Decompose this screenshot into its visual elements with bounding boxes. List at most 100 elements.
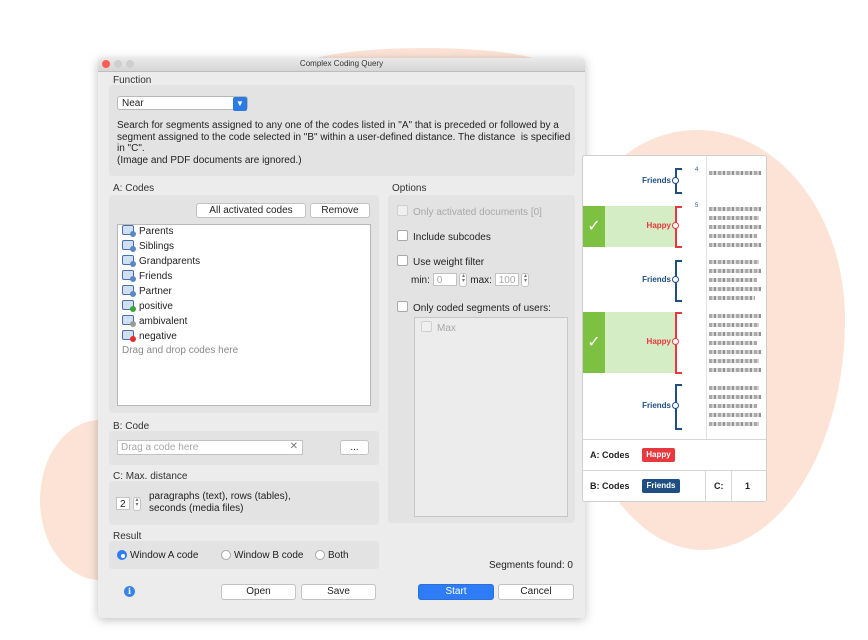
include-subcodes-checkbox[interactable] <box>397 230 408 241</box>
text-line <box>709 287 761 291</box>
cancel-button[interactable]: Cancel <box>498 584 574 600</box>
include-subcodes-label: Include subcodes <box>413 232 491 243</box>
code-mark-dot <box>672 402 679 409</box>
text-line <box>709 404 757 408</box>
distance-unit-text: paragraphs (text), rows (tables), second… <box>149 491 291 514</box>
radio-window-b[interactable] <box>221 550 231 560</box>
code-label: Friends <box>139 271 173 282</box>
document-divider <box>706 156 707 440</box>
result-group: Window A code Window B code Both <box>109 541 379 569</box>
text-line <box>709 395 761 399</box>
code-icon <box>122 225 136 237</box>
users-list[interactable]: Max <box>414 317 568 517</box>
code-mark-label: Friends <box>642 401 671 410</box>
code-icon <box>122 330 136 342</box>
code-icon <box>122 300 136 312</box>
only-activated-documents-checkbox[interactable] <box>397 205 408 216</box>
b-code-placeholder: Drag a code here <box>121 442 199 453</box>
user-checkbox[interactable] <box>421 321 432 332</box>
code-icon <box>122 270 136 282</box>
result-option-b[interactable]: Window B code <box>221 550 303 561</box>
text-line <box>709 207 761 211</box>
list-item[interactable]: positive <box>122 300 173 314</box>
list-item[interactable]: Friends <box>122 270 172 284</box>
code-mark-label: Friends <box>642 275 671 284</box>
min-stepper[interactable]: ▴ ▾ <box>459 273 468 288</box>
list-item[interactable]: ambivalent <box>122 315 187 329</box>
window-title: Complex Coding Query <box>299 59 384 68</box>
text-line <box>709 216 759 220</box>
save-button[interactable]: Save <box>301 584 376 600</box>
segments-found-text: Segments found: 0 <box>489 560 573 571</box>
radio-window-a[interactable] <box>117 550 127 560</box>
list-item[interactable]: negative <box>122 330 177 344</box>
result-option-label: Window A code <box>130 550 199 561</box>
code-label: ambivalent <box>139 316 188 327</box>
a-codes-section-label: A: Codes <box>113 183 155 194</box>
text-line <box>709 413 761 417</box>
function-select[interactable]: Near ▼ <box>117 96 248 111</box>
text-line <box>709 323 759 327</box>
code-label: Siblings <box>139 241 175 252</box>
list-item[interactable]: Partner <box>122 285 172 299</box>
result-option-both[interactable]: Both <box>315 550 349 561</box>
use-weight-filter-checkbox[interactable] <box>397 255 408 266</box>
text-line <box>709 225 761 229</box>
function-description: Search for segments assigned to any one … <box>117 120 571 166</box>
code-color-dot <box>130 231 136 237</box>
list-item[interactable]: Max <box>421 321 456 334</box>
browse-code-button[interactable]: ... <box>340 440 369 455</box>
legend-a-label: A: Codes <box>590 450 630 460</box>
code-color-dot <box>130 246 136 252</box>
text-line <box>709 359 759 363</box>
start-button[interactable]: Start <box>418 584 494 600</box>
text-line <box>709 296 755 300</box>
text-line <box>709 386 759 390</box>
list-item[interactable]: Parents <box>122 225 173 239</box>
all-activated-codes-button[interactable]: All activated codes <box>196 203 306 218</box>
function-group: Near ▼ Search for segments assigned to a… <box>109 85 575 176</box>
min-label: min: <box>411 275 430 286</box>
code-label: Grandparents <box>139 256 201 267</box>
legend-divider <box>705 471 706 501</box>
code-color-dot <box>130 261 136 267</box>
code-color-dot <box>130 306 136 312</box>
line-number: 4 <box>695 167 699 173</box>
a-codes-group: All activated codes Remove Parents Sibli… <box>109 195 379 413</box>
open-button[interactable]: Open <box>221 584 296 600</box>
remove-button[interactable]: Remove <box>310 203 370 218</box>
info-icon[interactable]: i <box>124 586 135 597</box>
chevron-down-icon: ▼ <box>233 97 247 111</box>
clear-icon[interactable]: ✕ <box>290 441 298 452</box>
distance-stepper[interactable]: ▴ ▾ <box>133 497 141 511</box>
code-icon <box>122 315 136 327</box>
include-subcodes-option[interactable]: Include subcodes <box>397 230 491 243</box>
code-mark-label: Friends <box>642 176 671 185</box>
use-weight-filter-label: Use weight filter <box>413 257 485 268</box>
use-weight-filter-option[interactable]: Use weight filter <box>397 255 484 268</box>
only-coded-users-checkbox[interactable] <box>397 301 408 312</box>
options-section-label: Options <box>392 183 427 194</box>
code-color-dot <box>130 276 136 282</box>
radio-both[interactable] <box>315 550 325 560</box>
code-label: Partner <box>139 286 172 297</box>
text-line <box>709 260 759 264</box>
b-code-field[interactable]: Drag a code here ✕ <box>117 440 303 455</box>
user-label: Max <box>437 323 456 334</box>
a-codes-list[interactable]: Parents Siblings Grandparents Friends Pa… <box>117 224 371 406</box>
function-select-value: Near <box>122 98 144 109</box>
result-option-a[interactable]: Window A code <box>117 550 198 561</box>
list-item[interactable]: Siblings <box>122 240 174 254</box>
text-line <box>709 234 757 238</box>
distance-input[interactable]: 2 <box>116 497 130 510</box>
text-line <box>709 269 761 273</box>
result-option-label: Window B code <box>234 550 304 561</box>
min-input[interactable]: 0 <box>432 273 457 286</box>
list-item[interactable]: Grandparents <box>122 255 200 269</box>
max-stepper[interactable]: ▴ ▾ <box>521 273 530 288</box>
max-input[interactable]: 100 <box>494 273 519 286</box>
only-activated-documents-option[interactable]: Only activated documents [0] <box>397 205 542 218</box>
only-coded-users-option[interactable]: Only coded segments of users: <box>397 301 551 314</box>
code-mark-dot <box>672 338 679 345</box>
max-label: max: <box>470 275 492 286</box>
